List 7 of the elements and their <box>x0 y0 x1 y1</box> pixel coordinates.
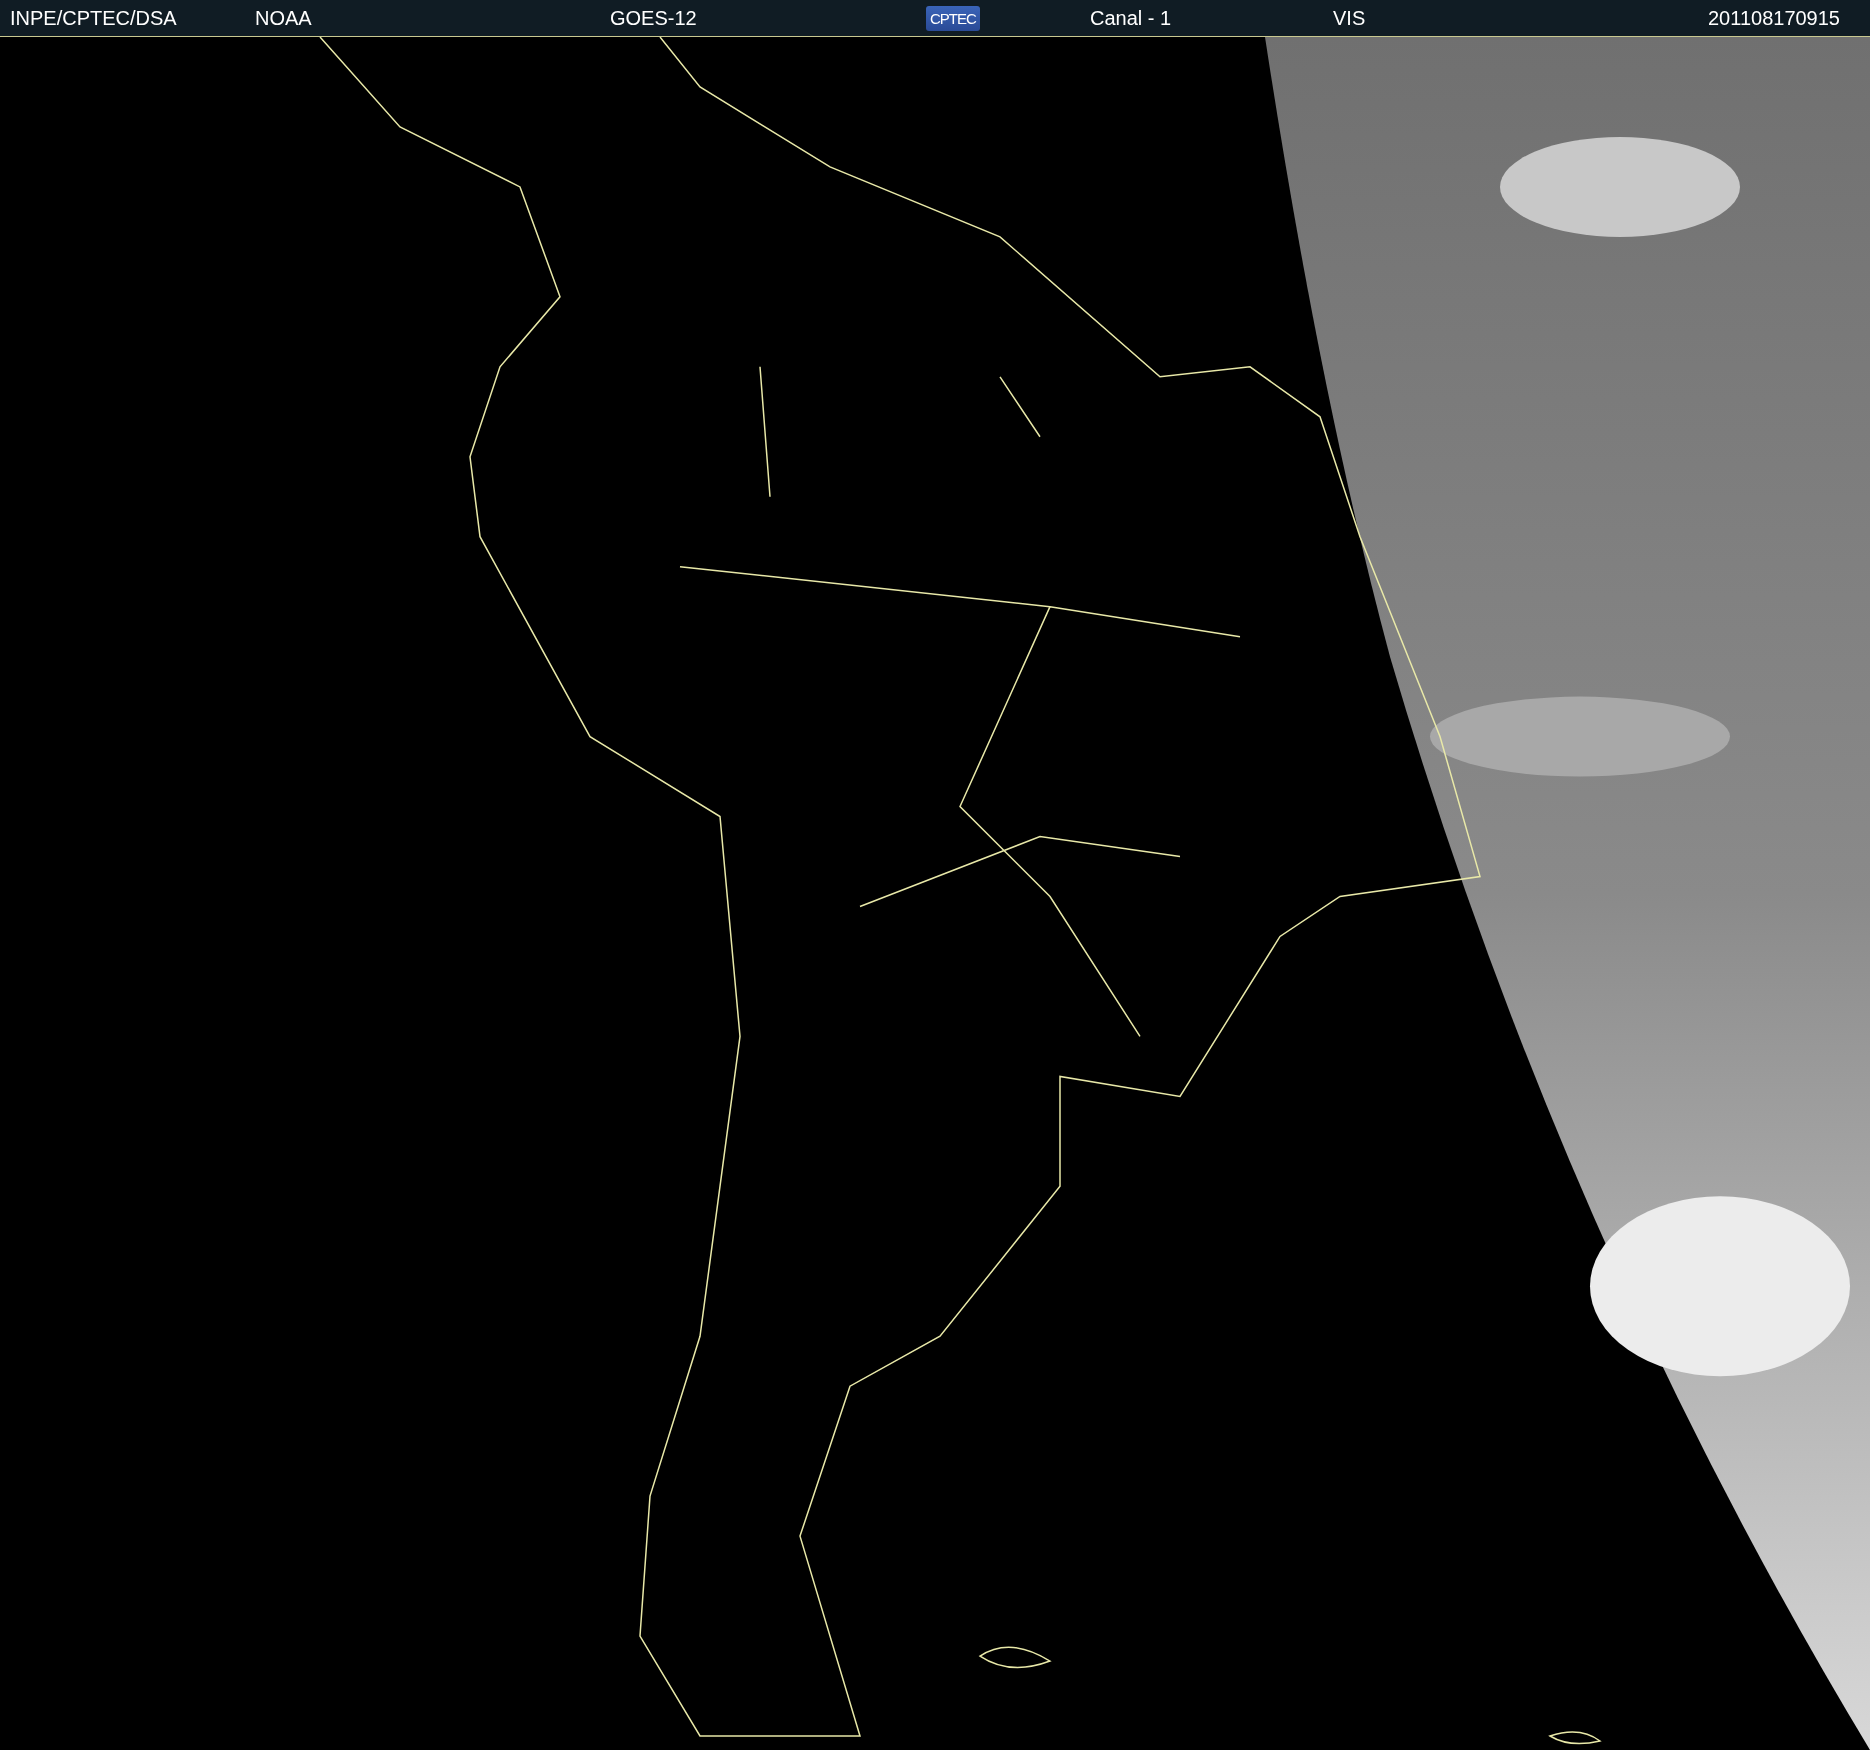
satellite-label: GOES-12 <box>610 6 697 30</box>
band-label: VIS <box>1333 6 1366 30</box>
channel-label: Canal - 1 <box>1090 6 1172 30</box>
source-label: INPE/CPTEC/DSA <box>10 6 177 30</box>
cptec-logo: CPTEC <box>926 5 980 31</box>
timestamp-label: 201108170915 <box>1708 6 1840 30</box>
agency-label: NOAA <box>255 6 312 30</box>
